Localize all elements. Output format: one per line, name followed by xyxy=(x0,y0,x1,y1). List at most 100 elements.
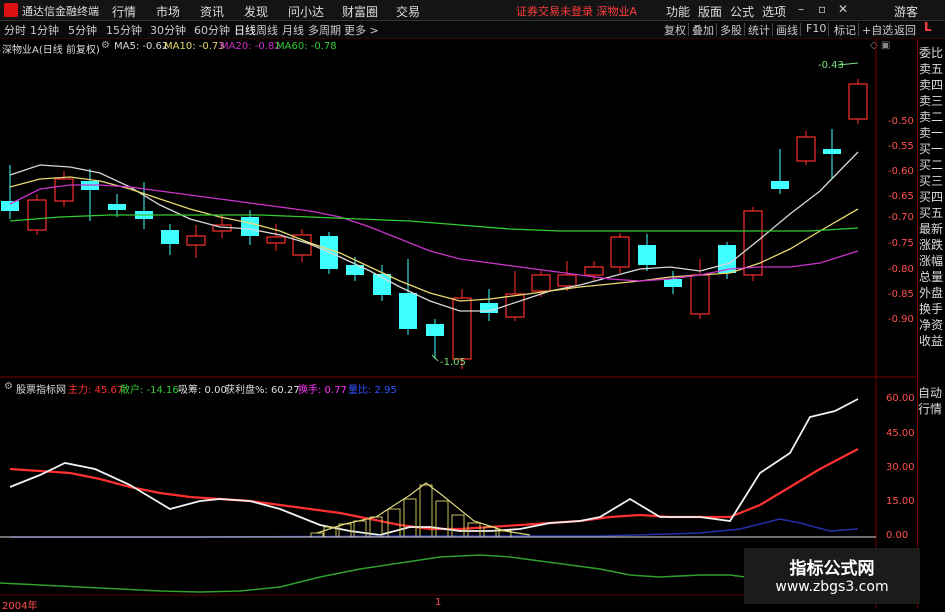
indicator-name[interactable]: 股票指标网 xyxy=(16,381,66,396)
sidebar-item: 最新 xyxy=(919,222,944,236)
sidebar-item: 委比 xyxy=(919,46,944,60)
ind-y-tick: 15.00 xyxy=(886,496,915,507)
candle-body-down xyxy=(823,149,841,154)
candle-body-down xyxy=(426,324,444,336)
indicator-liangbi: 量比: 2.95 xyxy=(348,385,397,396)
login-status[interactable]: 证券交易未登录 深物业A xyxy=(516,3,637,19)
menu-item-banmian[interactable]: 版面 xyxy=(698,3,722,20)
indicator-bar xyxy=(467,522,481,538)
menu-item-jiaoyi[interactable]: 交易 xyxy=(396,3,420,20)
sidebar-item: 买一 xyxy=(919,142,944,156)
indicator-gear-icon[interactable]: ⚙ xyxy=(4,381,13,392)
bottom-oscillator xyxy=(0,554,761,593)
mark-button[interactable]: 标记 xyxy=(834,22,856,38)
sidebar-item: 收益 xyxy=(919,334,944,348)
top-menu-bar: 通达信金融终端 行情 市场 资讯 发现 问小达 财富圈 交易 证券交易未登录 深… xyxy=(0,0,945,21)
indicator-bar xyxy=(435,500,449,538)
menu-item-caifuquan[interactable]: 财富圈 xyxy=(342,3,378,20)
indicator-sanhu: 散户: -14.16 xyxy=(120,385,179,396)
sidebar-item: 卖一 xyxy=(919,126,944,140)
restore-icon[interactable]: ▫ xyxy=(818,2,826,16)
sidebar-auto[interactable]: 自动 xyxy=(918,386,945,401)
period-weekly[interactable]: 周线 xyxy=(256,22,278,38)
menu-item-xuanxiang[interactable]: 选项 xyxy=(762,3,786,20)
candle-body-up xyxy=(796,136,816,162)
sidebar-item: 买四 xyxy=(919,190,944,204)
indicator-huanshou: 换手: 0.77 xyxy=(298,385,347,396)
y-tick: -0.50 xyxy=(888,116,914,127)
indicator-bar xyxy=(451,514,465,538)
f10-button[interactable]: F10 xyxy=(806,22,826,35)
menu-item-shichang[interactable]: 市场 xyxy=(156,3,180,20)
sidebar-item: 涨跌 xyxy=(919,238,944,252)
candle-body-down xyxy=(771,181,789,189)
period-30min[interactable]: 30分钟 xyxy=(150,22,186,38)
candle-body-up xyxy=(848,83,868,120)
y-tick: -0.90 xyxy=(888,314,914,325)
moving-averages xyxy=(9,151,859,312)
candle-body-up xyxy=(557,274,577,287)
low-price-label: -1.05 xyxy=(440,357,466,368)
ind-y-tick: 30.00 xyxy=(886,462,915,473)
candle-body-up xyxy=(266,236,286,244)
menu-item-gongneng[interactable]: 功能 xyxy=(666,3,690,20)
sidebar-item: 净资 xyxy=(919,318,944,332)
period-1min[interactable]: 1分钟 xyxy=(30,22,59,38)
toolbar-divider xyxy=(716,23,717,36)
candle-body-up xyxy=(610,236,630,268)
candle-body-down xyxy=(664,279,682,287)
ind-y-tick: 0.00 xyxy=(886,530,909,541)
watermark-banner: 指标公式网 www.zbgs3.com xyxy=(744,548,920,604)
menu-item-faxian[interactable]: 发现 xyxy=(244,3,268,20)
stats-button[interactable]: 统计 xyxy=(748,22,770,38)
candle-body-up xyxy=(690,274,710,315)
y-tick: -0.85 xyxy=(888,289,914,300)
period-5min[interactable]: 5分钟 xyxy=(68,22,97,38)
watermark-url: www.zbgs3.com xyxy=(775,579,889,595)
sidebar-toggle[interactable]: L xyxy=(924,20,945,35)
close-icon[interactable]: ✕ xyxy=(838,2,848,16)
menu-item-zixun[interactable]: 资讯 xyxy=(200,3,224,20)
back-button[interactable]: 返回 xyxy=(894,22,916,38)
period-fenshi[interactable]: 分时 xyxy=(4,22,26,38)
menu-item-hangqing[interactable]: 行情 xyxy=(112,3,136,20)
indicator-bar xyxy=(403,498,417,538)
guest-login[interactable]: 游客 xyxy=(894,3,918,20)
period-daily[interactable]: 日线 xyxy=(234,22,256,38)
app-logo-icon xyxy=(4,3,18,17)
period-15min[interactable]: 15分钟 xyxy=(106,22,142,38)
toolbar-divider xyxy=(890,23,891,36)
high-price-label: -0.43 xyxy=(818,60,844,71)
candle-body-up xyxy=(54,178,74,202)
minimize-icon[interactable]: – xyxy=(798,2,804,16)
toolbar-divider xyxy=(688,23,689,36)
multi-stock-button[interactable]: 多股 xyxy=(720,22,742,38)
period-multi[interactable]: 多周期 xyxy=(308,22,341,38)
menu-item-wenxiaoda[interactable]: 问小达 xyxy=(288,3,324,20)
draw-line-button[interactable]: 画线 xyxy=(776,22,798,38)
indicator-bar xyxy=(353,520,367,538)
fuquan-button[interactable]: 复权 xyxy=(664,22,686,38)
overlay-button[interactable]: 叠加 xyxy=(692,22,714,38)
sidebar-hangqing[interactable]: 行情 xyxy=(918,402,945,417)
add-watchlist-button[interactable]: +自选 xyxy=(862,22,893,38)
indicator-zhuli: 主力: 45.67 xyxy=(68,385,124,396)
candle-body-down xyxy=(108,204,126,210)
ind-y-tick: 60.00 xyxy=(886,393,915,404)
toolbar-divider xyxy=(800,23,801,36)
period-60min[interactable]: 60分钟 xyxy=(194,22,230,38)
indicator-xichou: 吸筹: 0.00 xyxy=(178,385,227,396)
year-label: 2004年 xyxy=(2,601,38,612)
month-marker: 1 xyxy=(435,597,442,608)
candle-body-down xyxy=(161,230,179,244)
sidebar-item: 总量 xyxy=(919,270,944,284)
candle-body-down xyxy=(638,245,656,265)
y-tick: -0.65 xyxy=(888,191,914,202)
candle-body-up xyxy=(531,274,551,292)
period-more[interactable]: 更多 > xyxy=(344,22,379,38)
period-monthly[interactable]: 月线 xyxy=(282,22,304,38)
menu-item-gongshi[interactable]: 公式 xyxy=(730,3,754,20)
candle-body-up xyxy=(584,266,604,276)
candle-body-up xyxy=(27,199,47,231)
y-tick: -0.60 xyxy=(888,166,914,177)
